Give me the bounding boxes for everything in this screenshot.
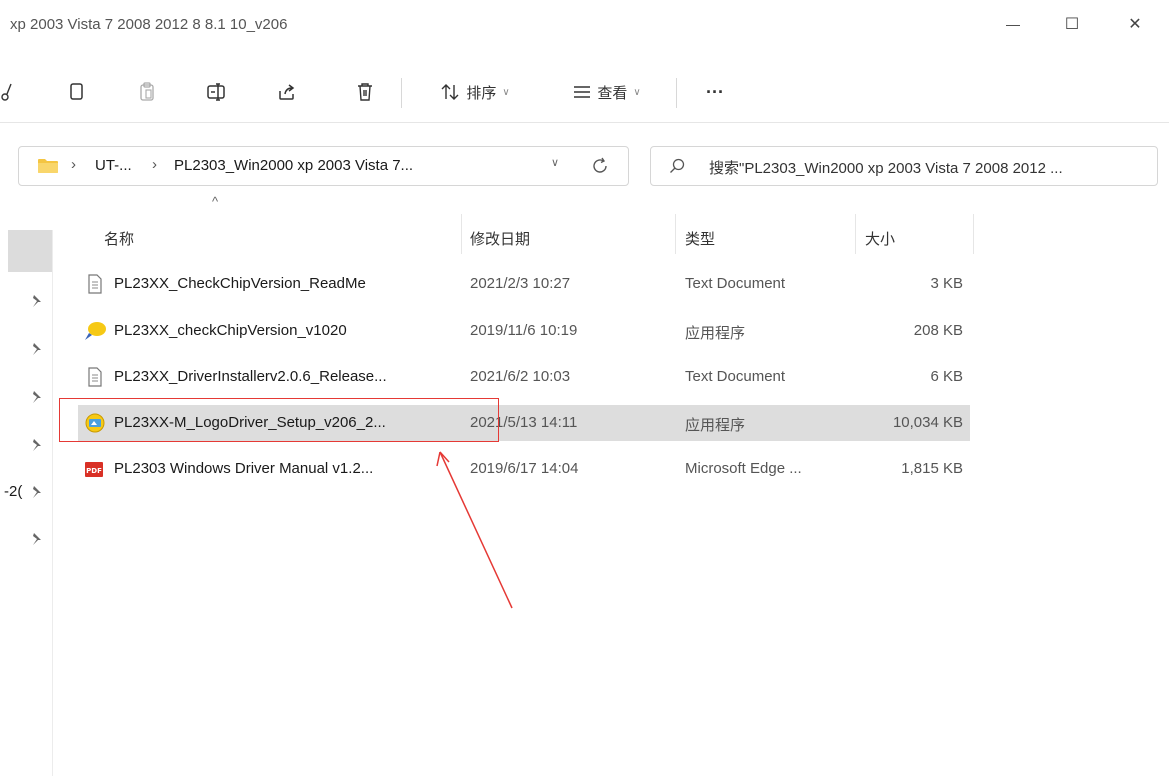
annotation-arrow xyxy=(436,451,513,609)
